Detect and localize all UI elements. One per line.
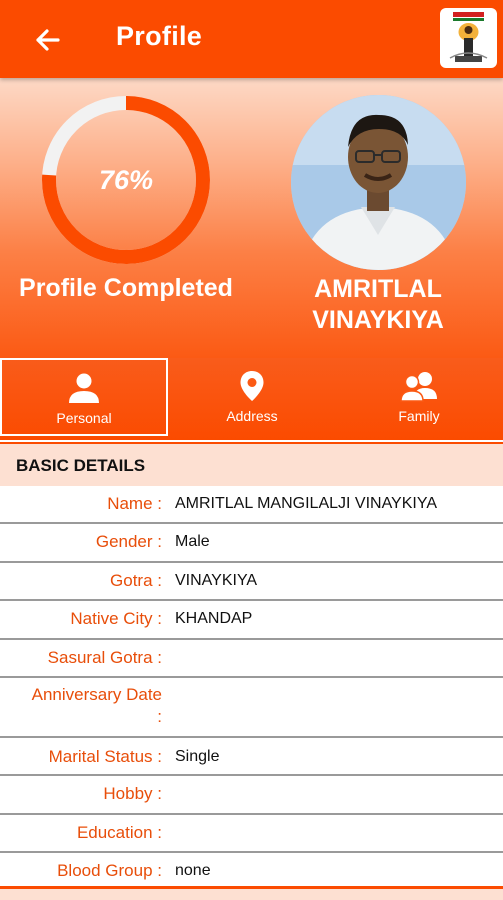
section-title: BASIC DETAILS [16,456,146,475]
detail-label: Gender : [95,532,162,551]
profile-completion-ring: 76% [38,92,214,268]
family-icon [400,372,437,402]
detail-label: Sasural Gotra : [47,648,162,667]
detail-label: Education : [76,823,162,842]
detail-label: Marital Status : [48,747,162,766]
profile-first-name: AMRITLAL [314,275,442,303]
community-logo-icon [449,12,488,62]
detail-value: Single [175,748,220,765]
detail-label: Blood Group : [57,861,162,880]
detail-label: Native City : [70,609,162,628]
basic-details-header: BASIC DETAILS [0,442,503,486]
person-icon [69,373,99,403]
detail-value: AMRITLAL MANGILALJI VINAYKIYA [175,495,437,512]
app-logo[interactable] [440,8,497,68]
detail-value [166,783,503,813]
detail-label: Name : [107,494,162,513]
detail-label: Hobby : [103,784,162,803]
detail-row-name: Name : AMRITLAL MANGILALJI VINAYKIYA [0,486,503,524]
arrow-left-icon [36,29,60,51]
app-bar: Profile [0,0,503,78]
detail-row-gender: Gender : Male [0,524,503,563]
detail-row-anniversary-date: Anniversary Date : [0,678,503,738]
tab-address-label: Address [226,408,278,424]
basic-details-list: Name : AMRITLAL MANGILALJI VINAYKIYA Gen… [0,486,503,886]
profile-header: 76% Profile Completed AMRITLAL VINAYKIYA [0,78,503,358]
detail-row-native-city: Native City : KHANDAP [0,601,503,640]
profile-tabs: Personal Address Family [0,358,503,440]
detail-value: none [175,862,211,879]
profile-name: AMRITLAL VINAYKIYA [268,274,488,336]
tab-family-label: Family [398,408,440,424]
detail-value [166,822,503,851]
completion-percentage: 76% [98,164,154,195]
detail-row-marital-status: Marital Status : Single [0,738,503,776]
detail-label-line2: : [157,707,162,726]
profile-completed-caption: Profile Completed [19,274,233,302]
detail-row-blood-group: Blood Group : none [0,853,503,886]
detail-label-line1: Anniversary Date [31,685,162,704]
detail-row-gotra: Gotra : VINAYKIYA [0,563,503,601]
detail-value [166,684,503,736]
location-pin-icon [240,371,264,401]
tab-personal[interactable]: Personal [0,358,168,436]
page-title: Profile [116,21,203,51]
detail-value: Male [175,533,210,550]
detail-value: VINAYKIYA [175,572,258,589]
tab-address[interactable]: Address [168,358,336,436]
back-button[interactable] [28,22,68,58]
next-section-header [0,886,503,900]
avatar[interactable] [291,95,466,270]
detail-label: Gotra : [110,571,162,590]
detail-row-education: Education : [0,815,503,853]
tab-family[interactable]: Family [335,358,503,436]
detail-row-sasural-gotra: Sasural Gotra : [0,640,503,678]
tab-personal-label: Personal [56,410,112,426]
detail-row-hobby: Hobby : [0,776,503,815]
profile-last-name: VINAYKIYA [312,306,444,334]
profile-photo [291,95,466,270]
detail-value: KHANDAP [175,610,253,627]
detail-label: Anniversary Date : [0,684,166,736]
detail-value [166,647,503,676]
